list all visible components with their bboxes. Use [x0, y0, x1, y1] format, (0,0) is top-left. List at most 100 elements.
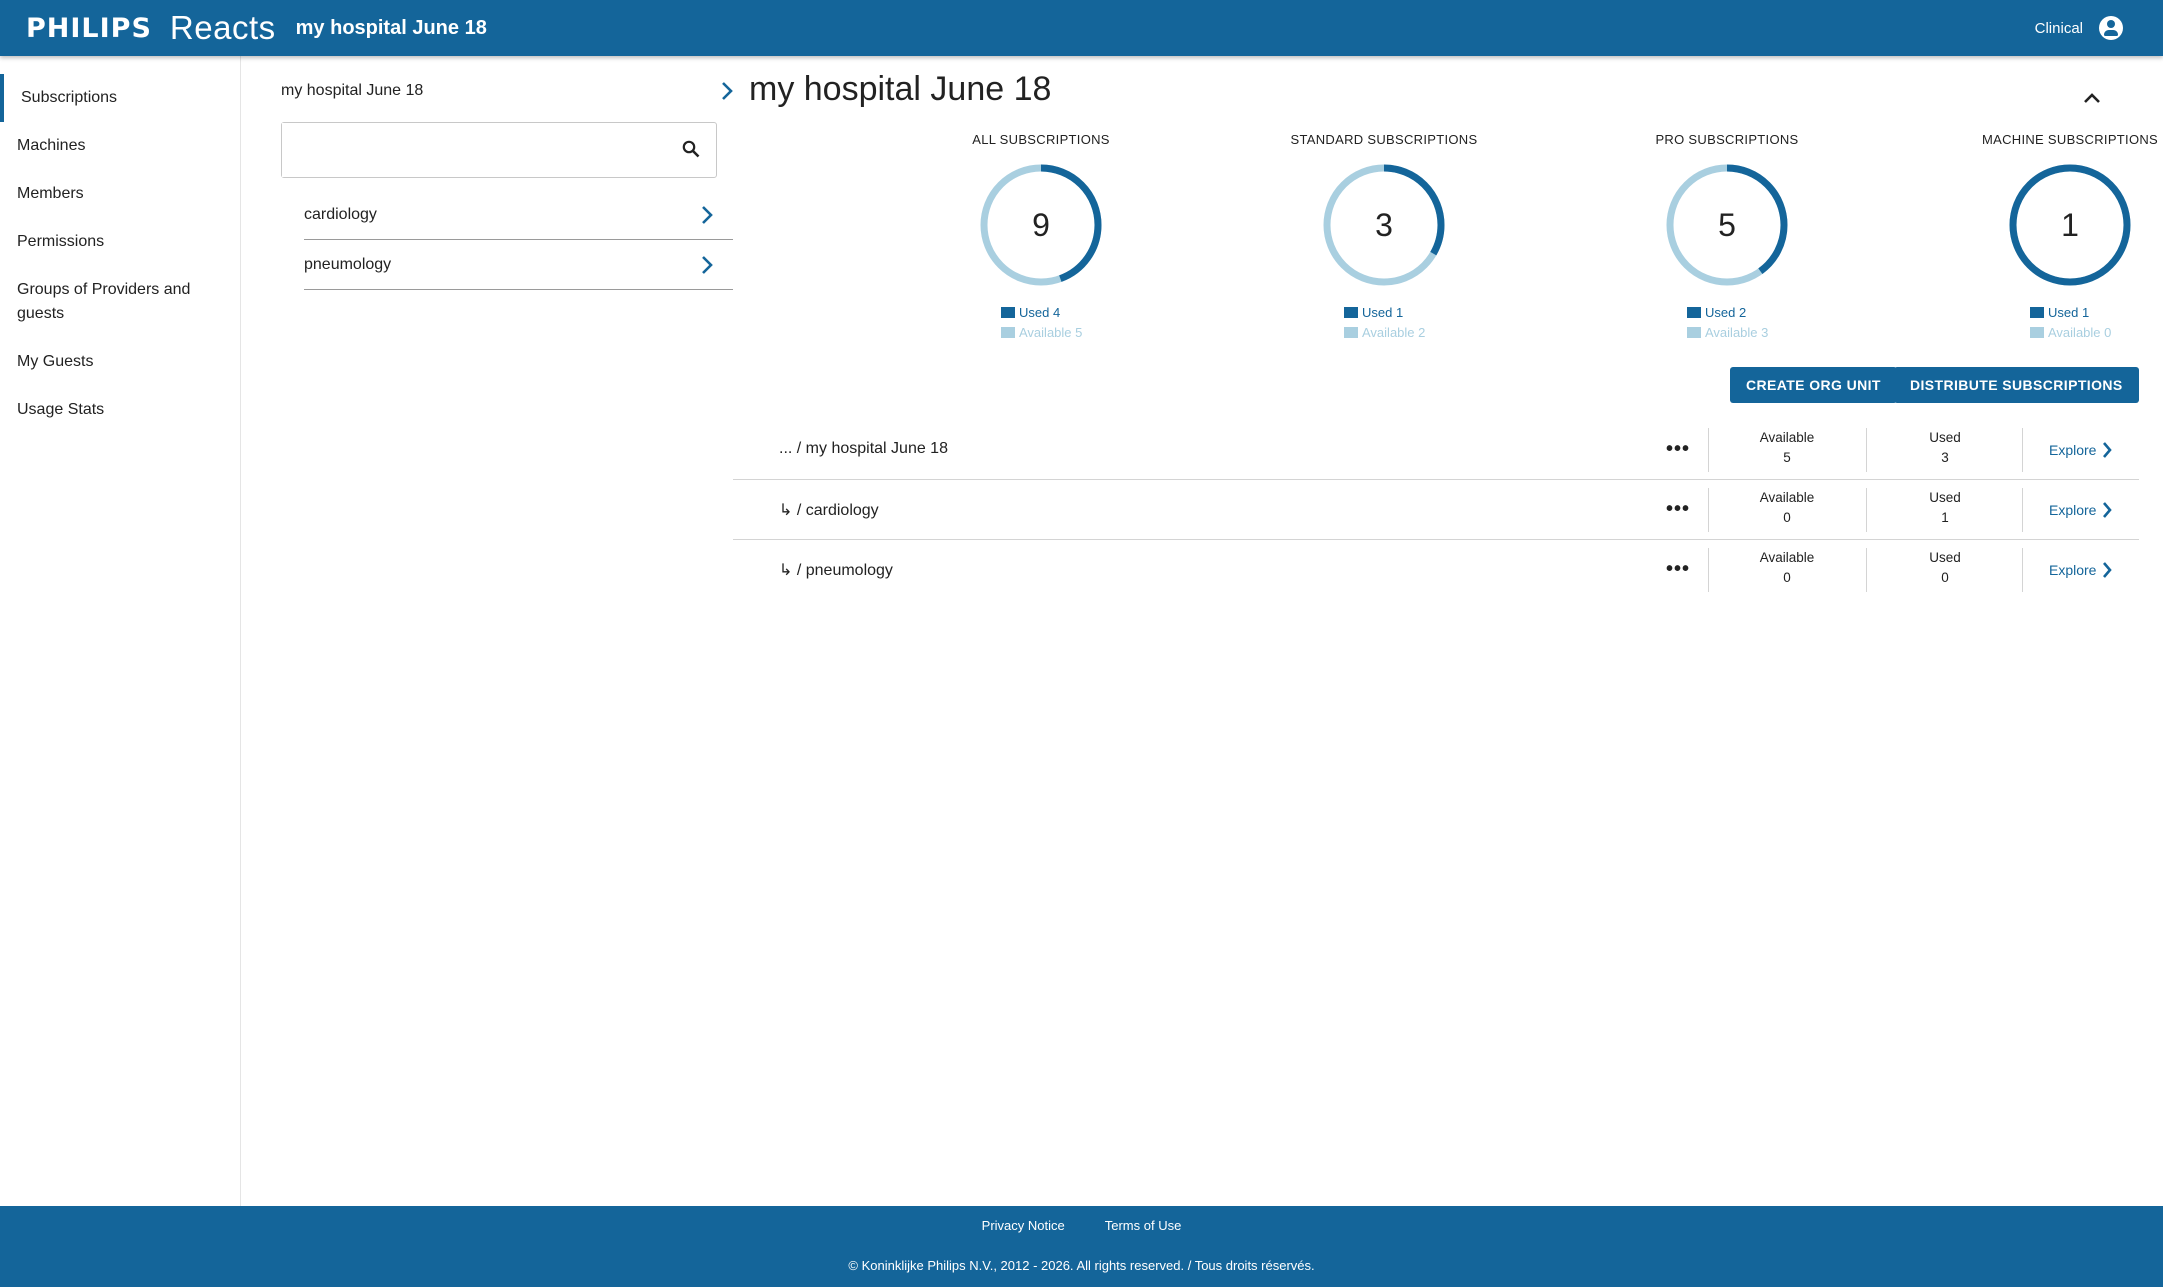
donut-chart: 5	[1666, 164, 1788, 286]
donut-chart: 1	[2009, 164, 2131, 286]
used-value: 3	[1941, 450, 1949, 465]
card-title: STANDARD SUBSCRIPTIONS	[1290, 132, 1478, 147]
available-value: 5	[1783, 450, 1791, 465]
card-title: PRO SUBSCRIPTIONS	[1655, 132, 1799, 147]
brand-logo: PHILIPS	[26, 12, 152, 44]
top-app-bar: PHILIPS Reacts my hospital June 18 Clini…	[0, 0, 2163, 56]
distribute-subscriptions-button[interactable]: DISTRIBUTE SUBSCRIPTIONS	[1894, 367, 2139, 403]
sidebar-item-usage-stats[interactable]: Usage Stats	[0, 386, 240, 434]
explore-link[interactable]: Explore	[2022, 548, 2122, 592]
terms-of-use-link[interactable]: Terms of Use	[1105, 1218, 1182, 1233]
card-title: ALL SUBSCRIPTIONS	[972, 132, 1110, 147]
legend-available-label: Available 0	[2048, 324, 2112, 340]
legend-available-label: Available 2	[1362, 324, 1426, 340]
legend-swatch	[1001, 306, 1015, 318]
tree-root-item[interactable]: my hospital June 18	[281, 68, 733, 114]
chevron-right-icon[interactable]	[701, 205, 713, 225]
table-row: ... / my hospital June 18 ••• Available 5…	[733, 420, 2139, 480]
legend-available: Available 5	[1001, 322, 1091, 342]
org-units-table: ... / my hospital June 18 ••• Available 5…	[733, 420, 2139, 600]
legend-swatch	[1344, 306, 1358, 318]
table-row: ↳ / pneumology ••• Available 0 Used 0 Expl…	[733, 540, 2139, 600]
tree-item-label: pneumology	[304, 255, 392, 273]
available-cell: Available 5	[1708, 428, 1865, 472]
chevron-right-icon[interactable]	[721, 81, 733, 101]
legend-used-label: Used 1	[1362, 304, 1404, 320]
legend-swatch	[2030, 326, 2044, 338]
donut-total: 1	[2061, 207, 2079, 243]
org-path-prefix: ↳ /	[779, 562, 806, 579]
donut-total: 9	[1032, 207, 1050, 243]
legend-swatch	[1687, 326, 1701, 338]
tree-item-label: cardiology	[304, 205, 377, 223]
donut-legend: Used 1 Available 0	[2020, 302, 2120, 342]
donut-total: 5	[1718, 207, 1736, 243]
more-options-icon[interactable]: •••	[1666, 498, 1690, 521]
tree-item-cardiology[interactable]: cardiology	[304, 190, 733, 240]
sidebar-item-members[interactable]: Members	[0, 170, 240, 218]
used-cell: Used 0	[1866, 548, 2023, 592]
tree-item-pneumology[interactable]: pneumology	[304, 240, 733, 290]
legend-swatch	[2030, 306, 2044, 318]
used-header: Used	[1929, 430, 1961, 445]
create-org-unit-button[interactable]: CREATE ORG UNIT	[1730, 367, 1897, 403]
card-standard-subscriptions: STANDARD SUBSCRIPTIONS 3 Used 1 Availabl…	[1264, 132, 1504, 342]
copyright-text: © Koninklijke Philips N.V., 2012 - 2026.…	[848, 1258, 1315, 1273]
donut-legend: Used 4 Available 5	[991, 302, 1091, 342]
sidebar-item-machines[interactable]: Machines	[0, 122, 240, 170]
footer-links: Privacy Notice Terms of Use	[0, 1218, 2163, 1233]
role-label: Clinical	[2034, 19, 2083, 37]
sidebar-item-my-guests[interactable]: My Guests	[0, 338, 240, 386]
legend-used: Used 4	[1001, 302, 1091, 322]
more-options-icon[interactable]: •••	[1666, 558, 1690, 581]
org-unit-label: cardiology	[805, 502, 879, 519]
legend-used: Used 1	[1344, 302, 1434, 322]
tree-root-label: my hospital June 18	[281, 82, 424, 99]
org-unit-name: ↳ / pneumology	[779, 560, 893, 580]
account-circle-icon[interactable]	[2099, 16, 2123, 40]
explore-link[interactable]: Explore	[2022, 428, 2122, 472]
used-header: Used	[1929, 490, 1961, 505]
org-unit-name: ↳ / cardiology	[779, 500, 879, 520]
more-options-icon[interactable]: •••	[1666, 438, 1690, 461]
chevron-right-icon	[2103, 442, 2113, 458]
used-header: Used	[1929, 550, 1961, 565]
legend-used-label: Used 2	[1705, 304, 1747, 320]
donut-chart: 9	[980, 164, 1102, 286]
card-pro-subscriptions: PRO SUBSCRIPTIONS 5 Used 2 Available 3	[1607, 132, 1847, 342]
page-footer: Privacy Notice Terms of Use © Koninklijk…	[0, 1206, 2163, 1287]
product-name: Reacts	[169, 9, 276, 46]
card-all-subscriptions: ALL SUBSCRIPTIONS 9 Used 4 Available 5	[921, 132, 1161, 342]
sidebar-item-permissions[interactable]: Permissions	[0, 218, 240, 266]
legend-swatch	[1344, 326, 1358, 338]
user-menu[interactable]: Clinical	[2035, 0, 2123, 56]
legend-used-label: Used 1	[2048, 304, 2090, 320]
search-icon[interactable]	[682, 140, 700, 158]
explore-link[interactable]: Explore	[2022, 488, 2122, 532]
org-path-prefix: ↳ /	[779, 502, 806, 519]
legend-available-label: Available 5	[1019, 324, 1083, 340]
available-header: Available	[1759, 550, 1815, 565]
privacy-notice-link[interactable]: Privacy Notice	[982, 1218, 1065, 1233]
card-machine-subscriptions: MACHINE SUBSCRIPTIONS 1 Used 1 Available…	[1950, 132, 2163, 342]
legend-used: Used 2	[1687, 302, 1777, 322]
used-cell: Used 1	[1866, 488, 2023, 532]
chevron-right-icon[interactable]	[701, 255, 713, 275]
legend-available-label: Available 3	[1705, 324, 1769, 340]
chevron-right-icon	[2103, 562, 2113, 578]
legend-swatch	[1001, 326, 1015, 338]
table-row: ↳ / cardiology ••• Available 0 Used 1 Expl…	[733, 480, 2139, 540]
sidebar-item-subscriptions[interactable]: Subscriptions	[0, 74, 240, 122]
subscription-summary: ALL SUBSCRIPTIONS 9 Used 4 Available 5 S…	[733, 132, 2157, 402]
chevron-up-icon[interactable]	[2083, 91, 2101, 105]
legend-used-label: Used 4	[1019, 304, 1061, 320]
header-org-title: my hospital June 18	[295, 16, 487, 39]
org-search-input[interactable]	[282, 123, 652, 177]
legend-available: Available 0	[2030, 322, 2120, 342]
donut-legend: Used 2 Available 3	[1677, 302, 1777, 342]
org-unit-label: pneumology	[805, 562, 893, 579]
sidebar-item-groups[interactable]: Groups of Providers and guests	[0, 266, 220, 338]
legend-used: Used 1	[2030, 302, 2120, 322]
explore-label: Explore	[2049, 562, 2097, 578]
available-header: Available	[1759, 430, 1815, 445]
